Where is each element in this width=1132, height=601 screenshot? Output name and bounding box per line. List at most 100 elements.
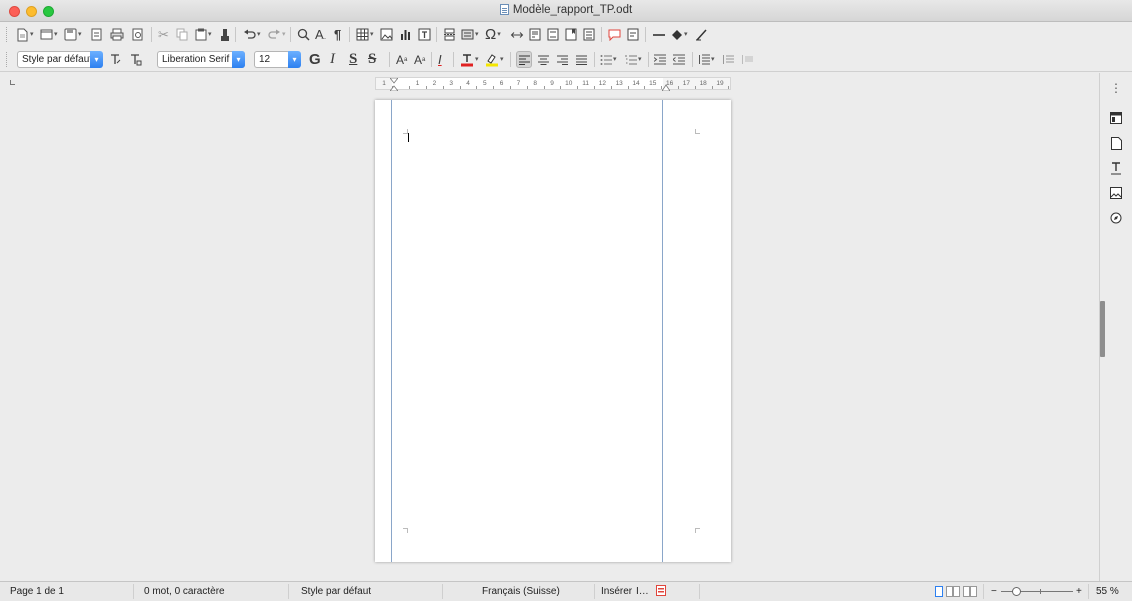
ordered-list-button[interactable]: ▾ [625, 51, 642, 68]
page-count-status[interactable]: Page 1 de 1 [10, 586, 64, 597]
special-character-button[interactable]: Ω ▾ [485, 26, 501, 43]
strikethrough-button[interactable]: S [368, 51, 376, 68]
cut-button[interactable]: ✂ [158, 26, 169, 43]
ruler-label: 13 [615, 80, 623, 87]
book-view-icon[interactable] [963, 586, 977, 600]
clone-formatting-button[interactable] [219, 26, 231, 43]
styles-icon[interactable] [1109, 161, 1123, 175]
insert-mode-status[interactable]: Insérer [601, 586, 632, 597]
align-center-button[interactable] [538, 51, 549, 68]
insert-cross-reference-button[interactable] [583, 26, 595, 43]
bold-button[interactable]: G [309, 51, 321, 68]
insert-chart-button[interactable] [399, 26, 412, 43]
align-left-button[interactable] [516, 51, 532, 68]
properties-icon[interactable] [1109, 111, 1123, 125]
font-color-button[interactable]: ▾ [460, 51, 479, 68]
page-icon[interactable] [1109, 136, 1123, 150]
zoom-level-status[interactable]: 55 % [1096, 586, 1119, 597]
redo-button[interactable]: ▾ [268, 26, 286, 43]
font-size-combo[interactable]: 12 [254, 51, 290, 68]
separator [133, 584, 134, 599]
ruler-label: 5 [482, 80, 487, 87]
basic-shapes-button[interactable]: ▾ [671, 26, 688, 43]
page-style-status[interactable]: Style par défaut [301, 586, 371, 597]
zoom-in-button[interactable]: + [1076, 586, 1082, 597]
align-right-button[interactable] [557, 51, 568, 68]
highlight-color-button[interactable]: ▾ [485, 51, 504, 68]
insert-line-button[interactable] [652, 26, 666, 43]
multi-page-view-icon[interactable] [946, 586, 960, 600]
word-count-status[interactable]: 0 mot, 0 caractère [144, 586, 225, 597]
print-button[interactable] [110, 26, 124, 43]
navigator-icon[interactable] [1109, 211, 1123, 225]
ruler-tick [510, 86, 511, 89]
update-style-button[interactable] [109, 51, 122, 68]
spelling-button[interactable]: A̲ [315, 26, 324, 43]
track-changes-button[interactable] [627, 26, 639, 43]
paragraph-style-dropdown[interactable]: ▾ [90, 51, 103, 68]
insert-textbox-button[interactable] [418, 26, 431, 43]
gallery-icon[interactable] [1109, 186, 1123, 200]
show-draw-functions-button[interactable] [695, 26, 708, 43]
zoom-out-button[interactable]: − [991, 586, 997, 597]
language-status[interactable]: Français (Suisse) [482, 586, 560, 597]
sidebar-collapse-handle[interactable] [1100, 301, 1105, 357]
selection-mode-status[interactable]: I… [636, 586, 649, 597]
decrease-indent-button[interactable] [673, 51, 685, 68]
paste-button[interactable]: ▾ [195, 26, 212, 43]
insert-field-button[interactable]: ▾ [461, 26, 479, 43]
print-preview-button[interactable] [131, 26, 144, 43]
insert-comment-button[interactable] [608, 26, 621, 43]
insert-page-break-button[interactable] [443, 26, 456, 43]
italic-button[interactable]: I [330, 51, 335, 68]
ruler-tick [442, 86, 444, 89]
clear-formatting-button[interactable]: I [438, 51, 442, 68]
font-name-dropdown[interactable]: ▾ [232, 51, 245, 68]
right-indent-marker-icon[interactable] [662, 84, 670, 91]
insert-table-button[interactable]: ▾ [356, 26, 374, 43]
insert-bookmark-button[interactable] [565, 26, 577, 43]
decrease-paragraph-spacing-button[interactable] [741, 51, 753, 68]
unordered-list-button[interactable]: ▾ [600, 51, 617, 68]
export-pdf-button[interactable] [90, 26, 103, 43]
insert-footnote-button[interactable] [529, 26, 541, 43]
single-page-view-icon[interactable] [934, 586, 944, 600]
toolbar-grip[interactable] [6, 27, 8, 42]
templates-button[interactable]: ▾ [40, 26, 58, 43]
new-document-button[interactable]: ▾ [16, 26, 34, 43]
separator [510, 52, 511, 67]
document-page[interactable] [375, 100, 731, 562]
copy-button[interactable] [176, 26, 189, 43]
find-replace-button[interactable] [297, 26, 310, 43]
sidebar-deck: ⋮ [1099, 73, 1132, 581]
ruler-tick [577, 86, 579, 89]
justify-button[interactable] [576, 51, 587, 68]
insert-endnote-button[interactable] [547, 26, 559, 43]
font-size-dropdown[interactable]: ▾ [288, 51, 301, 68]
sidebar-menu-icon[interactable]: ⋮ [1109, 81, 1123, 95]
increase-indent-button[interactable] [654, 51, 666, 68]
line-spacing-button[interactable]: ▾ [698, 51, 715, 68]
formatting-marks-button[interactable]: ¶ [334, 26, 341, 43]
new-style-button[interactable] [129, 51, 142, 68]
superscript-button[interactable]: Aa [396, 51, 407, 68]
ruler-label: 11 [582, 80, 589, 87]
paragraph-style-combo[interactable]: Style par défaut [17, 51, 93, 68]
insert-image-button[interactable] [380, 26, 393, 43]
subscript-button[interactable]: Aa [414, 51, 425, 68]
horizontal-ruler[interactable]: 1 1 2 3 4 5 6 7 8 9 10 11 12 13 14 15 16 17 18 19 [375, 77, 731, 91]
indent-marker-icon[interactable] [390, 78, 398, 91]
separator [290, 27, 291, 42]
toolbar-grip[interactable] [6, 52, 8, 67]
undo-button[interactable]: ▾ [243, 26, 261, 43]
underline-button[interactable]: S [349, 51, 357, 68]
increase-paragraph-spacing-button[interactable] [722, 51, 734, 68]
insert-hyperlink-button[interactable] [510, 26, 524, 43]
separator [436, 27, 437, 42]
zoom-slider-thumb[interactable] [1012, 587, 1021, 596]
separator [453, 52, 454, 67]
formatting-toolbar: Style par défaut ▾ Liberation Serif ▾ 12… [0, 47, 1132, 72]
ruler-tick [728, 86, 730, 89]
tab-stop-selector[interactable] [10, 80, 15, 85]
save-button[interactable]: ▾ [64, 26, 82, 43]
